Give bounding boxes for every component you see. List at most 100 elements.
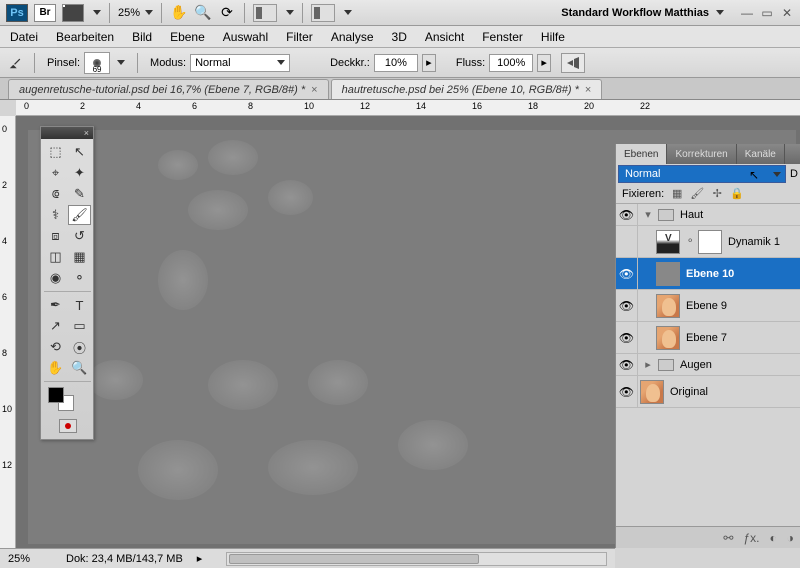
arrange-docs-button[interactable] (311, 4, 335, 22)
link-icon[interactable]: ⚬ (686, 236, 696, 247)
visibility-toggle[interactable]: 👁 (616, 258, 638, 289)
close-icon[interactable]: × (84, 128, 89, 138)
menu-bearbeiten[interactable]: Bearbeiten (56, 30, 114, 44)
visibility-toggle[interactable]: 👁 (616, 290, 638, 321)
close-button[interactable]: ✕ (780, 6, 794, 20)
minimize-button[interactable]: — (740, 6, 754, 20)
blur-tool[interactable]: ◉ (44, 268, 67, 288)
maximize-button[interactable]: ▭ (760, 6, 774, 20)
hand-tool[interactable]: ✋ (44, 358, 67, 378)
layer-row[interactable]: 👁▸ Augen (616, 354, 800, 376)
layer-row[interactable]: 👁 Ebene 7 (616, 322, 800, 354)
bridge-icon[interactable]: Br (34, 4, 56, 22)
link-layers-icon[interactable]: ⚯ (723, 531, 733, 545)
chevron-down-icon[interactable] (117, 60, 125, 65)
history-brush-tool[interactable]: ↺ (68, 226, 91, 246)
layer-name[interactable]: Original (670, 386, 708, 398)
pen-tool[interactable]: ✒ (44, 295, 67, 315)
layer-row[interactable]: 👁 Ebene 9 (616, 290, 800, 322)
visibility-toggle[interactable]: 👁 (616, 204, 638, 225)
airbrush-toggle[interactable] (561, 53, 585, 73)
shape-tool[interactable]: ▭ (68, 316, 91, 336)
visibility-toggle[interactable]: 👁 (616, 354, 638, 375)
menu-ansicht[interactable]: Ansicht (425, 30, 464, 44)
brush-tool[interactable]: 🖌 (68, 205, 91, 225)
mask-icon[interactable]: ◐ (770, 531, 777, 545)
lock-position-icon[interactable]: ✢ (710, 187, 724, 201)
layer-row[interactable]: ⚬ Dynamik 1 (616, 226, 800, 258)
visibility-toggle[interactable]: 👁 (616, 322, 638, 353)
vertical-ruler[interactable]: 024681012 (0, 116, 16, 548)
tab-ebenen[interactable]: Ebenen (616, 144, 667, 164)
menu-hilfe[interactable]: Hilfe (541, 30, 565, 44)
flow-slider-arrow[interactable]: ▸ (537, 54, 551, 72)
color-swatches[interactable] (44, 385, 91, 415)
lock-transparency-icon[interactable]: ▦ (670, 187, 684, 201)
3d-camera-tool[interactable]: ⦿ (68, 337, 91, 357)
horizontal-ruler[interactable]: 0246810121416182022 (16, 100, 800, 116)
menu-auswahl[interactable]: Auswahl (223, 30, 268, 44)
eyedropper-tool[interactable]: ✎ (68, 184, 91, 204)
lasso-tool[interactable]: ⌖ (44, 163, 67, 183)
marquee-tool[interactable]: ↖ (68, 142, 91, 162)
status-zoom[interactable]: 25% (8, 553, 52, 565)
chevron-right-icon[interactable]: ▸ (197, 552, 203, 565)
layer-name[interactable]: Dynamik 1 (728, 236, 780, 248)
adjustment-icon[interactable]: ◑ (787, 531, 794, 545)
layer-name[interactable]: Ebene 7 (686, 332, 727, 344)
layer-row[interactable]: 👁 Original (616, 376, 800, 408)
menu-datei[interactable]: Datei (10, 30, 38, 44)
gradient-tool[interactable]: ▦ (68, 247, 91, 267)
quick-mask-toggle[interactable] (44, 416, 91, 436)
hand-tool-icon[interactable]: ✋ (170, 4, 188, 22)
document-tab[interactable]: hautretusche.psd bei 25% (Ebene 10, RGB/… (331, 79, 603, 99)
brush-preset-picker[interactable]: 69 (84, 52, 110, 74)
layer-thumbnail[interactable] (640, 380, 664, 404)
close-icon[interactable]: × (311, 84, 317, 96)
workspace-switcher[interactable]: Standard Workflow Matthias (561, 7, 724, 19)
expand-toggle[interactable]: ▾ (638, 208, 658, 221)
foreground-color[interactable] (48, 387, 64, 403)
tab-kanaele[interactable]: Kanäle (737, 144, 785, 164)
menu-analyse[interactable]: Analyse (331, 30, 374, 44)
expand-toggle[interactable]: ▸ (638, 358, 658, 371)
lock-all-icon[interactable]: 🔒 (730, 187, 744, 201)
zoom-tool-icon[interactable]: 🔍 (194, 4, 212, 22)
layer-name[interactable]: Haut (680, 209, 703, 221)
chevron-down-icon[interactable] (344, 10, 352, 15)
dodge-tool[interactable]: ⚬ (68, 268, 91, 288)
opacity-input[interactable]: 10% (374, 54, 418, 72)
3d-tool[interactable]: ⟲ (44, 337, 67, 357)
blend-mode-dropdown[interactable]: Normal (190, 54, 290, 72)
layer-row[interactable]: 👁▾ Haut (616, 204, 800, 226)
layer-blend-mode-dropdown[interactable]: Normal ↖ (618, 165, 786, 183)
zoom-level-dropdown[interactable]: 25% (118, 7, 153, 19)
tab-korrekturen[interactable]: Korrekturen (667, 144, 736, 164)
layer-name[interactable]: Ebene 9 (686, 300, 727, 312)
canvas-area[interactable]: × ⬚ ↖ ⌖ ✦ ⟃ ✎ ⚕ 🖌 ⧈ ↺ ◫ ▦ ◉ ⚬ ✒ T ↗ ▭ (16, 116, 800, 548)
visibility-toggle[interactable]: 👁 (616, 376, 638, 407)
zoom-tool[interactable]: 🔍 (68, 358, 91, 378)
healing-tool[interactable]: ⚕ (44, 205, 67, 225)
rotate-view-icon[interactable]: ⟳ (218, 4, 236, 22)
crop-tool[interactable]: ⟃ (44, 184, 67, 204)
menu-ebene[interactable]: Ebene (170, 30, 205, 44)
lock-pixels-icon[interactable]: 🖌 (690, 187, 704, 201)
menu-filter[interactable]: Filter (286, 30, 313, 44)
close-icon[interactable]: × (585, 84, 591, 96)
quick-select-tool[interactable]: ✦ (68, 163, 91, 183)
clone-tool[interactable]: ⧈ (44, 226, 67, 246)
layer-name[interactable]: Augen (680, 359, 712, 371)
chevron-down-icon[interactable] (286, 10, 294, 15)
screen-mode-button[interactable] (253, 4, 277, 22)
menu-3d[interactable]: 3D (392, 30, 407, 44)
chevron-down-icon[interactable] (93, 10, 101, 15)
menu-bild[interactable]: Bild (132, 30, 152, 44)
layer-row[interactable]: 👁Ebene 10 (616, 258, 800, 290)
minibridge-icon[interactable] (62, 4, 84, 22)
status-doc-size[interactable]: Dok: 23,4 MB/143,7 MB (66, 553, 183, 565)
layer-thumbnail[interactable] (656, 262, 680, 286)
move-tool[interactable]: ⬚ (44, 142, 67, 162)
horizontal-scrollbar[interactable] (226, 552, 607, 566)
visibility-toggle[interactable] (616, 226, 638, 257)
